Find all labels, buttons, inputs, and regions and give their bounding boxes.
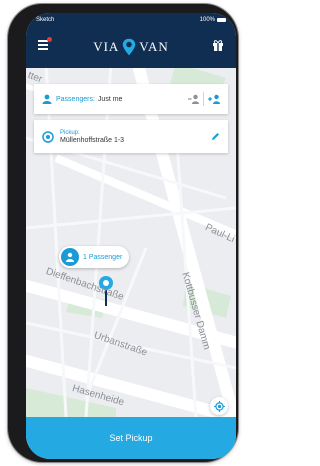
add-passenger-icon[interactable] (208, 94, 220, 104)
locate-me-button[interactable] (210, 397, 228, 415)
set-pickup-label: Set Pickup (109, 433, 153, 443)
passengers-value: Just me (97, 95, 123, 103)
app-header: VIA VAN (26, 26, 236, 68)
crosshair-icon (213, 400, 225, 412)
menu-icon-line (38, 48, 48, 50)
passengers-card[interactable]: Passengers: Just me (34, 84, 228, 114)
menu-icon-line (38, 44, 48, 46)
passenger-avatar-icon (61, 248, 79, 266)
menu-button[interactable] (38, 37, 52, 52)
app-screen: Sketch 100% VIA VAN Dieffenbachstraße Ur… (26, 13, 236, 459)
passenger-count-bubble: 1 Passenger (59, 246, 129, 268)
pickup-location-icon (42, 130, 54, 143)
edit-pencil-icon[interactable] (211, 132, 220, 141)
carrier-label: Sketch (36, 16, 55, 23)
pickup-texts: Pickup: Müllenhoffstraße 1-3 (60, 130, 124, 144)
actions-divider (203, 92, 204, 106)
set-pickup-button[interactable]: Set Pickup (26, 417, 236, 459)
battery-label: 100% (199, 16, 215, 23)
logo-pin-icon (123, 38, 136, 56)
notification-dot (47, 37, 52, 42)
remove-passenger-icon[interactable] (188, 94, 199, 104)
pickup-label: Pickup: (60, 129, 80, 136)
passenger-count-text: 1 Passenger (83, 253, 123, 261)
gift-icon[interactable] (212, 39, 224, 51)
status-bar: Sketch 100% (26, 13, 236, 26)
battery-icon (217, 17, 226, 22)
logo-text-van: VAN (139, 39, 169, 54)
status-right: 100% (200, 17, 226, 23)
pickup-address: Müllenhoffstraße 1-3 (60, 136, 125, 144)
person-icon (42, 94, 52, 104)
logo-text-via: VIA (93, 39, 120, 54)
phone-frame: Sketch 100% VIA VAN Dieffenbachstraße Ur… (8, 4, 238, 462)
pickup-card[interactable]: Pickup: Müllenhoffstraße 1-3 (34, 120, 228, 153)
passengers-label: Passengers: (56, 95, 95, 103)
app-logo: VIA VAN (93, 38, 169, 56)
passenger-actions (188, 92, 220, 106)
